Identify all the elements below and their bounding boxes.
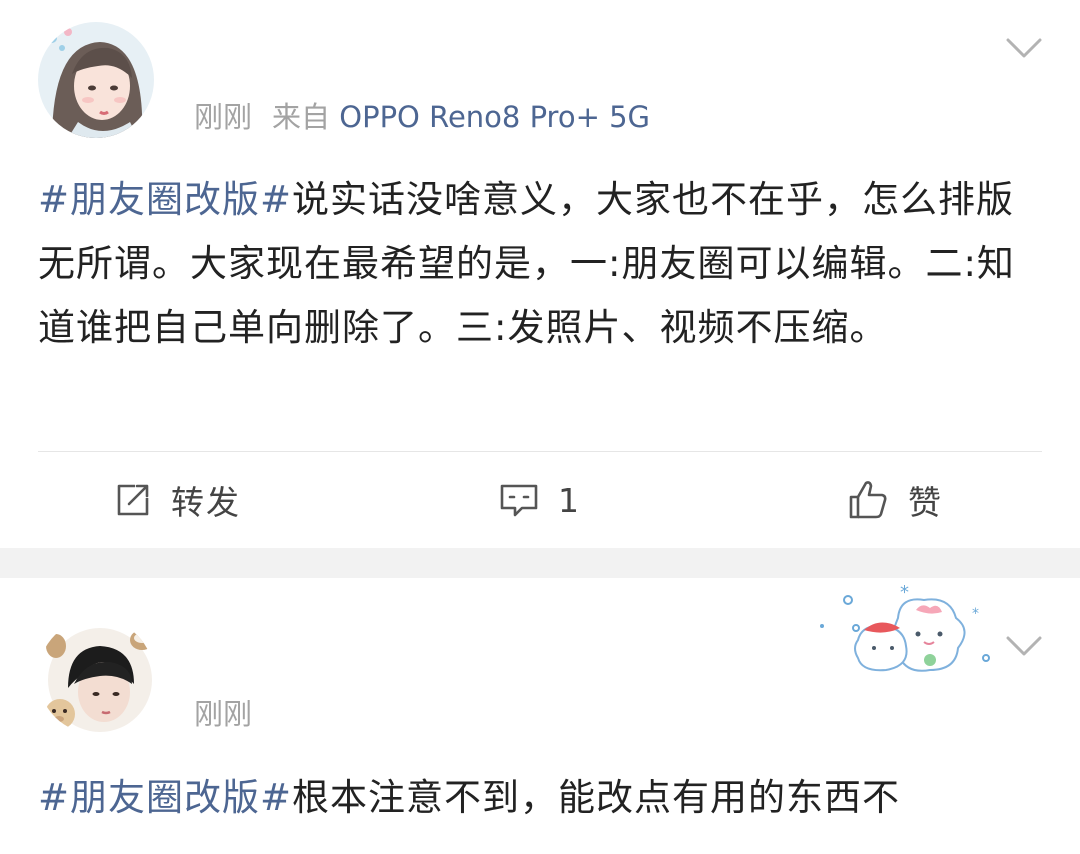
chevron-down-icon [1006,38,1042,58]
post-card: 刚刚 来自 OPPO Reno8 Pro+ 5G #朋友圈改版#说实话没啥意义，大… [0,0,1080,548]
comment-bubble-icon [500,484,538,517]
like-button[interactable]: 赞 [846,452,943,548]
source-prefix: 来自 [272,100,331,134]
comment-button[interactable]: 1 [498,452,581,548]
hashtag-link[interactable]: #朋友圈改版# [38,776,292,819]
hashtag-link[interactable]: #朋友圈改版# [38,178,292,221]
repost-button[interactable]: 转发 [113,452,241,548]
more-options-button[interactable] [1002,626,1046,666]
repost-label: 转发 [171,483,241,522]
svg-text:*: * [900,582,909,603]
feed: 刚刚 来自 OPPO Reno8 Pro+ 5G #朋友圈改版#说实话没啥意义，大… [0,0,1080,854]
post-meta: 刚刚 [194,694,252,734]
post-body: 根本注意不到，能改点有用的东西不 [292,776,901,819]
more-options-button[interactable] [1002,28,1046,68]
post-time: 刚刚 [194,697,253,731]
chevron-down-icon [1006,636,1042,656]
share-square-icon [117,484,149,516]
action-bar: 转发 1 赞 [0,452,1080,548]
thumbs-up-icon [849,481,887,519]
source-device[interactable]: OPPO Reno8 Pro+ 5G [339,100,650,134]
svg-text:*: * [972,606,979,622]
avatar[interactable] [38,22,154,138]
post-time: 刚刚 [194,100,253,134]
avatar[interactable] [38,618,154,734]
post-meta: 刚刚 来自 OPPO Reno8 Pro+ 5G [194,97,650,137]
post-card: 刚刚 * * #朋友圈改版#根本注意不到，能改点有用的东西不 [0,578,1080,854]
like-label: 赞 [908,483,943,522]
post-separator [0,548,1080,578]
post-content: #朋友圈改版#根本注意不到，能改点有用的东西不 [38,766,1018,830]
decoration-sticker: * * [812,578,1002,688]
post-content: #朋友圈改版#说实话没啥意义，大家也不在乎，怎么排版无所谓。大家现在最希望的是，… [38,168,1018,360]
comment-count: 1 [558,480,581,520]
